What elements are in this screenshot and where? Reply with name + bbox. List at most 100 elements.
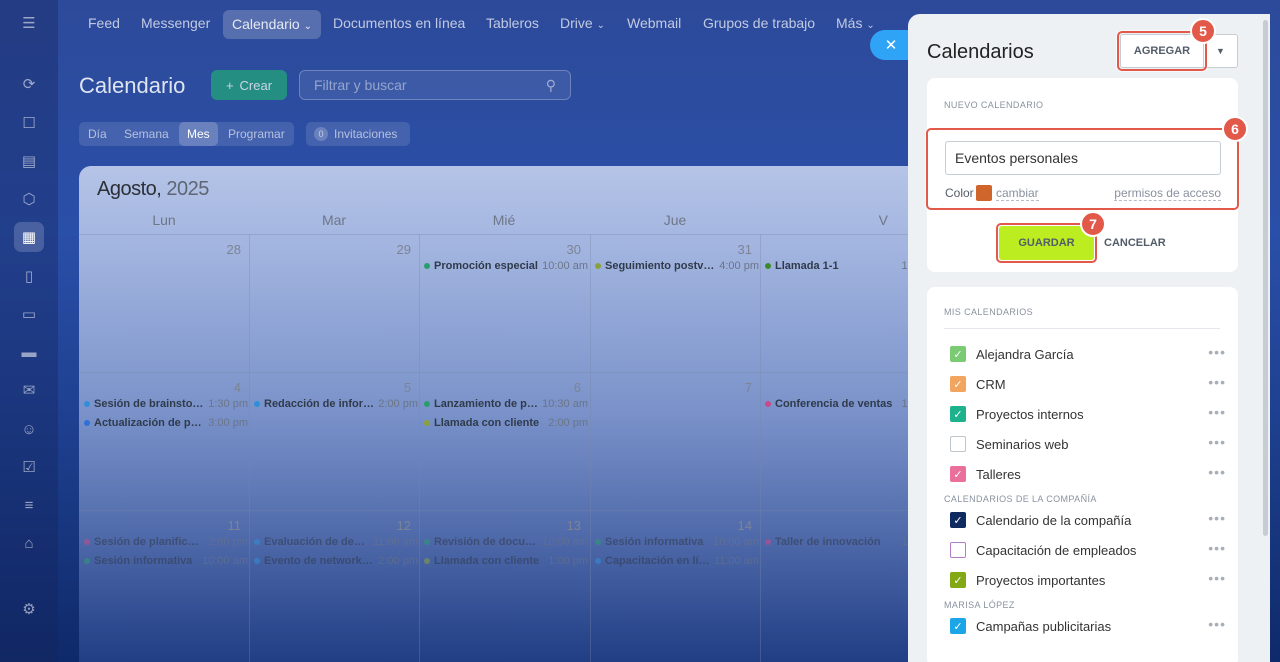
day-number[interactable]: 31 — [712, 242, 752, 257]
nav-feed[interactable]: Feed — [88, 15, 120, 31]
more-options-icon[interactable]: ••• — [1208, 464, 1226, 480]
filter-icon[interactable]: ≡ — [18, 494, 40, 516]
calendar-event[interactable]: Sesión de planificación 2:00 pm — [84, 536, 248, 548]
calendar-item[interactable]: ✓ Proyectos importantes ••• — [950, 570, 1226, 590]
calendar-item[interactable]: Seminarios web ••• — [950, 434, 1226, 454]
day-number[interactable]: 7 — [712, 380, 752, 395]
board-icon[interactable]: ▭ — [18, 303, 40, 325]
calendar-event[interactable]: Conferencia de ventas10:00 — [765, 398, 929, 410]
calendar-name: Capacitación de empleados — [976, 543, 1137, 558]
grid-line — [590, 234, 591, 662]
invitations-button[interactable]: 0 Invitaciones — [306, 122, 410, 146]
calendar-item[interactable]: ✓ Proyectos internos ••• — [950, 404, 1226, 424]
feed-icon[interactable]: ⟳ — [18, 73, 40, 95]
calendar-item[interactable]: ✓ Calendario de la compañía ••• — [950, 510, 1226, 530]
calendar-name: Campañas publicitarias — [976, 619, 1112, 634]
calendar-checkbox[interactable] — [950, 542, 966, 558]
calendar-checkbox[interactable]: ✓ — [950, 466, 966, 482]
document-icon[interactable]: ▤ — [18, 150, 40, 172]
more-options-icon[interactable]: ••• — [1208, 434, 1226, 450]
calendar-checkbox[interactable]: ✓ — [950, 512, 966, 528]
menu-icon[interactable]: ☰ — [18, 12, 40, 34]
calendar-item[interactable]: ✓ Talleres ••• — [950, 464, 1226, 484]
tab-dia[interactable]: Día — [88, 127, 107, 141]
hexagon-icon[interactable]: ⬡ — [18, 188, 40, 210]
calendar-checkbox[interactable]: ✓ — [950, 618, 966, 634]
calendar-event[interactable]: Evaluación de desempeño11:00 am — [254, 536, 418, 548]
tab-programar[interactable]: Programar — [228, 127, 285, 141]
panel-scrollbar[interactable] — [1263, 20, 1268, 536]
calendar-event[interactable]: Redacción de informe 2:00 pm — [254, 398, 418, 410]
calendar-checkbox[interactable]: ✓ — [950, 406, 966, 422]
settings-icon[interactable]: ⚙ — [18, 598, 40, 620]
calendar-event[interactable]: Llamada 1-110:00 — [765, 260, 929, 272]
calendar-event[interactable]: Actualización de proyecto 3:00 pm — [84, 417, 248, 429]
event-time: 10:00 am — [713, 536, 759, 548]
calendar-event[interactable]: Lanzamiento de producto 10:30 am — [424, 398, 588, 410]
nav-drive[interactable]: Drive ⌄ — [560, 15, 605, 31]
calendar-event[interactable]: Sesión de brainstorming 1:30 pm — [84, 398, 248, 410]
more-options-icon[interactable]: ••• — [1208, 344, 1226, 360]
calendar-checkbox[interactable]: ✓ — [950, 572, 966, 588]
day-number[interactable]: 13 — [541, 518, 581, 533]
day-number[interactable]: 28 — [201, 242, 241, 257]
cancel-button[interactable]: CANCELAR — [1104, 226, 1166, 260]
tab-semana[interactable]: Semana — [124, 127, 169, 141]
nav-documentos[interactable]: Documentos en línea — [333, 15, 465, 31]
calendar-icon[interactable]: ▦ — [14, 222, 44, 252]
event-dot — [254, 558, 260, 564]
nav-calendario[interactable]: Calendario ⌄ — [223, 10, 321, 39]
nav-grupos[interactable]: Grupos de trabajo — [703, 15, 815, 31]
day-number[interactable]: 14 — [712, 518, 752, 533]
calendar-event[interactable]: Llamada con cliente 1:00 pm — [424, 555, 588, 567]
calendar-event[interactable]: Sesión informativa 10:00 am — [595, 536, 759, 548]
calendar-checkbox[interactable]: ✓ — [950, 376, 966, 392]
more-options-icon[interactable]: ••• — [1208, 570, 1226, 586]
nav-webmail[interactable]: Webmail — [627, 15, 681, 31]
search-icon[interactable]: ⚲ — [546, 77, 556, 94]
calendar-event[interactable]: Revisión de documentos 10:00 am — [424, 536, 588, 548]
mail-icon[interactable]: ✉ — [18, 379, 40, 401]
nav-messenger[interactable]: Messenger — [141, 15, 210, 31]
calendar-item[interactable]: ✓ Campañas publicitarias ••• — [950, 616, 1226, 636]
more-options-icon[interactable]: ••• — [1208, 404, 1226, 420]
day-number[interactable]: 11 — [201, 518, 242, 533]
more-options-icon[interactable]: ••• — [1208, 374, 1226, 390]
nav-tableros[interactable]: Tableros — [486, 15, 539, 31]
file-icon[interactable]: ▯ — [18, 265, 40, 287]
calendar-event[interactable]: Llamada con cliente 2:00 pm — [424, 417, 588, 429]
more-options-icon[interactable]: ••• — [1208, 510, 1226, 526]
calendar-event[interactable]: Promoción especial 10:00 am — [424, 260, 588, 272]
calendar-event[interactable]: Sesión informativa 10:00 am — [84, 555, 248, 567]
tab-mes[interactable]: Mes — [179, 122, 218, 146]
event-time: 10:00 am — [202, 555, 248, 567]
event-time: 10:00 am — [542, 260, 588, 272]
drive-icon[interactable]: ▬ — [18, 341, 40, 363]
contacts-icon[interactable]: ☺ — [18, 418, 40, 440]
calendar-checkbox[interactable]: ✓ — [950, 346, 966, 362]
calendar-event[interactable]: Evento de networking 2:00 pm — [254, 555, 418, 567]
calendar-event[interactable]: Seguimiento postventa 4:00 pm — [595, 260, 759, 272]
create-button[interactable]: + Crear — [211, 70, 287, 100]
more-options-icon[interactable]: ••• — [1208, 616, 1226, 632]
calendar-item[interactable]: ✓ CRM ••• — [950, 374, 1226, 394]
tasks-icon[interactable]: ☑ — [18, 456, 40, 478]
close-panel-button[interactable]: ✕ — [870, 30, 908, 60]
day-number[interactable]: 29 — [371, 242, 411, 257]
day-number[interactable]: 12 — [371, 518, 411, 533]
chat-icon[interactable]: ☐ — [18, 112, 40, 134]
calendar-item[interactable]: ✓ Alejandra García ••• — [950, 344, 1226, 364]
event-dot — [765, 539, 771, 545]
search-input[interactable] — [314, 71, 534, 99]
calendar-event[interactable]: Taller de innovación12:00 — [765, 536, 929, 548]
groups-icon[interactable]: ⌂ — [18, 532, 40, 554]
day-number[interactable]: 6 — [541, 380, 581, 395]
day-number[interactable]: 30 — [541, 242, 581, 257]
calendar-checkbox[interactable] — [950, 436, 966, 452]
calendar-event[interactable]: Capacitación en línea 11:00 am — [595, 555, 759, 567]
nav-mas[interactable]: Más ⌄ — [836, 15, 875, 31]
day-number[interactable]: 4 — [201, 380, 241, 395]
calendar-item[interactable]: Capacitación de empleados ••• — [950, 540, 1226, 560]
day-number[interactable]: 5 — [371, 380, 411, 395]
more-options-icon[interactable]: ••• — [1208, 540, 1226, 556]
